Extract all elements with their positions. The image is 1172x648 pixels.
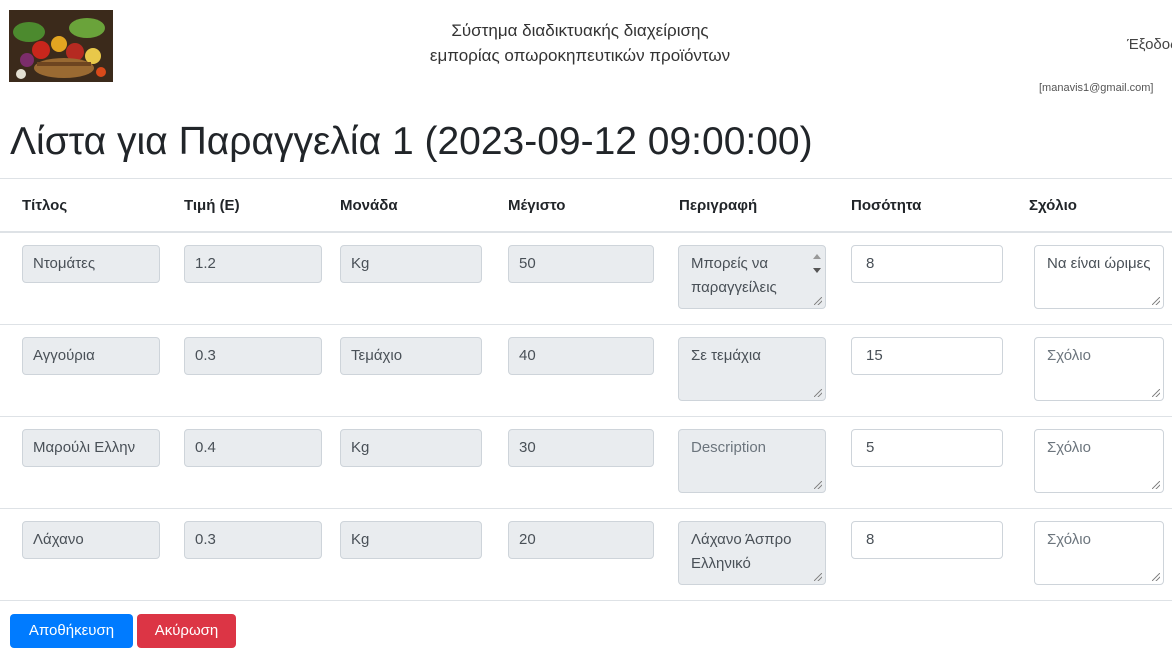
comment-field[interactable]: Σχόλιο [1034, 521, 1164, 585]
header-description: Περιγραφή [657, 178, 829, 233]
description-text: Μπορείς να παραγγείλεις [691, 255, 777, 296]
description-field: Description [678, 429, 826, 493]
description-text: Λάχανο Άσπρο Ελληνικό [691, 531, 792, 572]
resize-handle-icon[interactable] [814, 297, 822, 305]
order-items-table: Τίτλος Τιμή (Ε) Μονάδα Μέγιστο Περιγραφή… [0, 178, 1172, 601]
unit-field: Kg [340, 521, 482, 559]
comment-placeholder: Σχόλιο [1047, 531, 1091, 548]
title-field: Ντομάτες [22, 245, 160, 283]
description-text: Description [691, 439, 767, 456]
description-field: Λάχανο Άσπρο Ελληνικό [678, 521, 826, 585]
resize-handle-icon[interactable] [814, 481, 822, 489]
description-field: Σε τεμάχια [678, 337, 826, 401]
header-comment: Σχόλιο [1007, 178, 1172, 233]
max-field: 20 [508, 521, 654, 559]
header-quantity: Ποσότητα [829, 178, 1007, 233]
site-title-line-1: Σύστημα διαδικτυακής διαχείρισης [451, 21, 709, 40]
cancel-button[interactable]: Ακύρωση [137, 614, 236, 648]
header-price: Τιμή (Ε) [162, 178, 318, 233]
logout-link[interactable]: Έξοδος [1127, 36, 1172, 53]
unit-field: Kg [340, 429, 482, 467]
header-title: Τίτλος [0, 178, 162, 233]
table-row: Μαρούλι Ελλην 0.4 Kg 30 Description 5 Σχ… [0, 416, 1172, 509]
resize-handle-icon[interactable] [814, 573, 822, 581]
description-field: Μπορείς να παραγγείλεις [678, 245, 826, 309]
title-field: Λάχανο [22, 521, 160, 559]
resize-handle-icon[interactable] [1152, 297, 1160, 305]
max-field: 50 [508, 245, 654, 283]
price-field: 0.4 [184, 429, 322, 467]
max-field: 30 [508, 429, 654, 467]
resize-handle-icon[interactable] [814, 389, 822, 397]
max-field: 40 [508, 337, 654, 375]
price-field: 0.3 [184, 521, 322, 559]
quantity-input[interactable]: 8 [851, 245, 1003, 283]
title-field: Μαρούλι Ελλην [22, 429, 160, 467]
quantity-input[interactable]: 15 [851, 337, 1003, 375]
title-field: Αγγούρια [22, 337, 160, 375]
comment-field[interactable]: Να είναι ώριμες [1034, 245, 1164, 309]
resize-handle-icon[interactable] [1152, 573, 1160, 581]
unit-field: Τεμάχιο [340, 337, 482, 375]
comment-placeholder: Σχόλιο [1047, 439, 1091, 456]
table-row: Ντομάτες 1.2 Kg 50 Μπορείς να παραγγείλε… [0, 232, 1172, 325]
save-button[interactable]: Αποθήκευση [10, 614, 133, 648]
page-title: Λίστα για Παραγγελία 1 (2023-09-12 09:00… [10, 120, 813, 163]
header-unit: Μονάδα [318, 178, 486, 233]
resize-handle-icon[interactable] [1152, 481, 1160, 489]
comment-field[interactable]: Σχόλιο [1034, 337, 1164, 401]
description-text: Σε τεμάχια [691, 347, 761, 364]
comment-text: Να είναι ώριμες [1047, 255, 1151, 272]
resize-handle-icon[interactable] [1152, 389, 1160, 397]
quantity-input[interactable]: 8 [851, 521, 1003, 559]
header-max: Μέγιστο [486, 178, 657, 233]
unit-field: Kg [340, 245, 482, 283]
price-field: 0.3 [184, 337, 322, 375]
logo-image [9, 10, 113, 82]
table-row: Αγγούρια 0.3 Τεμάχιο 40 Σε τεμάχια 15 Σχ… [0, 324, 1172, 417]
site-title-line-2: εμπορίας οπωροκηπευτικών προϊόντων [429, 46, 731, 65]
site-title: Σύστημα διαδικτυακής διαχείρισης εμπορία… [330, 18, 830, 68]
table-header-row: Τίτλος Τιμή (Ε) Μονάδα Μέγιστο Περιγραφή… [0, 178, 1172, 233]
table-row: Λάχανο 0.3 Kg 20 Λάχανο Άσπρο Ελληνικό 8… [0, 508, 1172, 601]
user-email: [manavis1@gmail.com] [1039, 82, 1154, 94]
price-field: 1.2 [184, 245, 322, 283]
comment-field[interactable]: Σχόλιο [1034, 429, 1164, 493]
comment-placeholder: Σχόλιο [1047, 347, 1091, 364]
quantity-input[interactable]: 5 [851, 429, 1003, 467]
